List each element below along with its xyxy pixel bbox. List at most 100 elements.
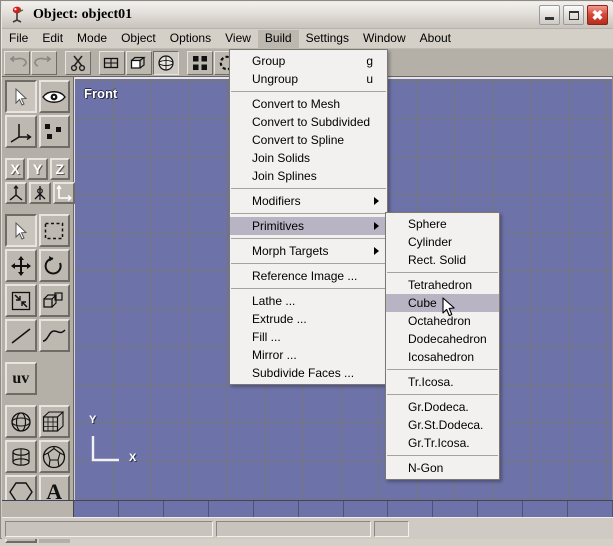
- axis-tripod-button[interactable]: [5, 182, 27, 204]
- title-bar: Object: object01 ✖: [2, 2, 613, 29]
- menu-item-convert-to-mesh[interactable]: Convert to Mesh: [230, 95, 387, 113]
- menu-item-modifiers[interactable]: Modifiers: [230, 192, 387, 210]
- menu-item-extrude[interactable]: Extrude ...: [230, 310, 387, 328]
- menu-item-icosahedron[interactable]: Icosahedron: [386, 348, 499, 366]
- menu-edit[interactable]: Edit: [35, 30, 70, 48]
- cube-grid-primitive-button[interactable]: [38, 405, 70, 438]
- eye-visibility-button[interactable]: [38, 80, 70, 113]
- axis-z-button[interactable]: Z: [49, 158, 70, 180]
- axis-z-label: Z: [55, 161, 65, 177]
- menu-item-tr-icosa[interactable]: Tr.Icosa.: [386, 373, 499, 391]
- curve-button[interactable]: [38, 319, 70, 352]
- solid-view-button[interactable]: [126, 50, 152, 75]
- strip-cell[interactable]: [523, 501, 569, 517]
- cut-button[interactable]: [65, 50, 91, 75]
- strip-cell[interactable]: [164, 501, 209, 517]
- menu-object[interactable]: Object: [114, 30, 163, 48]
- axis-y-button[interactable]: Y: [27, 158, 48, 180]
- menu-bar: File Edit Mode Object Options View Build…: [2, 29, 613, 49]
- strip-cell[interactable]: [254, 501, 299, 517]
- menu-item-label: Cube: [408, 296, 437, 310]
- axis-x-button[interactable]: X: [5, 158, 26, 180]
- menu-item-ungroup[interactable]: Ungroup u: [230, 70, 387, 88]
- menu-separator: [231, 288, 386, 289]
- menu-options[interactable]: Options: [163, 30, 218, 48]
- menu-item-label: Sphere: [408, 217, 447, 231]
- strip-cell[interactable]: [433, 501, 479, 517]
- menu-window[interactable]: Window: [356, 30, 413, 48]
- menu-item-dodecahedron[interactable]: Dodecahedron: [386, 330, 499, 348]
- menu-build[interactable]: Build: [257, 29, 299, 48]
- menu-item-gr-st-dodeca[interactable]: Gr.St.Dodeca.: [386, 416, 499, 434]
- menu-item-label: Tetrahedron: [408, 278, 473, 292]
- menu-separator: [231, 213, 386, 214]
- menu-item-sphere[interactable]: Sphere: [386, 215, 499, 233]
- menu-item-join-solids[interactable]: Join Solids: [230, 149, 387, 167]
- menu-item-fill[interactable]: Fill ...: [230, 328, 387, 346]
- strip-cell[interactable]: [209, 501, 254, 517]
- shear-cube-button[interactable]: [38, 284, 70, 317]
- strip-cell[interactable]: [388, 501, 434, 517]
- cylinder-primitive-button[interactable]: [5, 440, 37, 473]
- menu-item-label: Tr.Icosa.: [408, 375, 454, 389]
- axis-origin-button[interactable]: [5, 115, 37, 148]
- scale-button[interactable]: [5, 284, 37, 317]
- points-scatter-button[interactable]: [38, 115, 70, 148]
- minimize-button[interactable]: [539, 5, 560, 25]
- rotate-button[interactable]: [38, 249, 70, 282]
- maximize-button[interactable]: [563, 5, 584, 25]
- axis-corner-button[interactable]: [53, 182, 75, 204]
- strip-cell[interactable]: [568, 501, 613, 517]
- menu-item-label: Morph Targets: [252, 244, 329, 258]
- sphere-primitive-button[interactable]: [5, 405, 37, 438]
- menu-item-n-gon[interactable]: N-Gon: [386, 459, 499, 477]
- menu-item-gr-tr-icosa[interactable]: Gr.Tr.Icosa.: [386, 434, 499, 452]
- menu-file[interactable]: File: [2, 30, 35, 48]
- arrow-pick-button[interactable]: [5, 214, 37, 247]
- menu-about[interactable]: About: [413, 30, 458, 48]
- axis-mirror-button[interactable]: [29, 182, 51, 204]
- menu-item-label: Convert to Spline: [252, 133, 345, 147]
- strip-cell[interactable]: [74, 501, 119, 517]
- four-points-button[interactable]: [187, 50, 213, 75]
- move-button[interactable]: [5, 249, 37, 282]
- shaded-view-button[interactable]: [153, 50, 179, 75]
- menu-item-cylinder[interactable]: Cylinder: [386, 233, 499, 251]
- menu-item-rect-solid[interactable]: Rect. Solid: [386, 251, 499, 269]
- menu-item-mirror[interactable]: Mirror ...: [230, 346, 387, 364]
- menu-view[interactable]: View: [218, 30, 258, 48]
- menu-item-label: Subdivide Faces ...: [252, 366, 355, 380]
- toolbox-row: [2, 114, 73, 149]
- uv-button[interactable]: uv: [5, 362, 37, 395]
- strip-cell[interactable]: [299, 501, 344, 517]
- menu-item-convert-to-subdivided[interactable]: Convert to Subdivided: [230, 113, 387, 131]
- menu-item-join-splines[interactable]: Join Splines: [230, 167, 387, 185]
- strip-cell[interactable]: [119, 501, 164, 517]
- menu-item-convert-to-spline[interactable]: Convert to Spline: [230, 131, 387, 149]
- menu-item-morph-targets[interactable]: Morph Targets: [230, 242, 387, 260]
- menu-item-group[interactable]: Group g: [230, 52, 387, 70]
- strip-cell[interactable]: [344, 501, 389, 517]
- menu-item-reference-image[interactable]: Reference Image ...: [230, 267, 387, 285]
- menu-item-primitives[interactable]: Primitives: [230, 217, 387, 235]
- marquee-select-button[interactable]: [38, 214, 70, 247]
- axis-x-label: X: [10, 161, 20, 177]
- toolbar-separator-2: [92, 51, 99, 75]
- close-button[interactable]: ✖: [587, 5, 608, 25]
- redo-button[interactable]: [31, 50, 57, 75]
- strip-cell[interactable]: [478, 501, 524, 517]
- line-button[interactable]: [5, 319, 37, 352]
- menu-item-lathe[interactable]: Lathe ...: [230, 292, 387, 310]
- menu-separator: [231, 91, 386, 92]
- menu-mode[interactable]: Mode: [70, 30, 114, 48]
- arrow-select-button[interactable]: [5, 80, 37, 113]
- undo-button[interactable]: [4, 50, 30, 75]
- status-bar: [2, 517, 613, 539]
- menu-settings[interactable]: Settings: [299, 30, 356, 48]
- toolbox-row: [2, 439, 73, 474]
- wireframe-view-button[interactable]: [99, 50, 125, 75]
- polyhedron-primitive-button[interactable]: [38, 440, 70, 473]
- menu-item-gr-dodeca[interactable]: Gr.Dodeca.: [386, 398, 499, 416]
- menu-item-subdivide-faces[interactable]: Subdivide Faces ...: [230, 364, 387, 382]
- menu-item-tetrahedron[interactable]: Tetrahedron: [386, 276, 499, 294]
